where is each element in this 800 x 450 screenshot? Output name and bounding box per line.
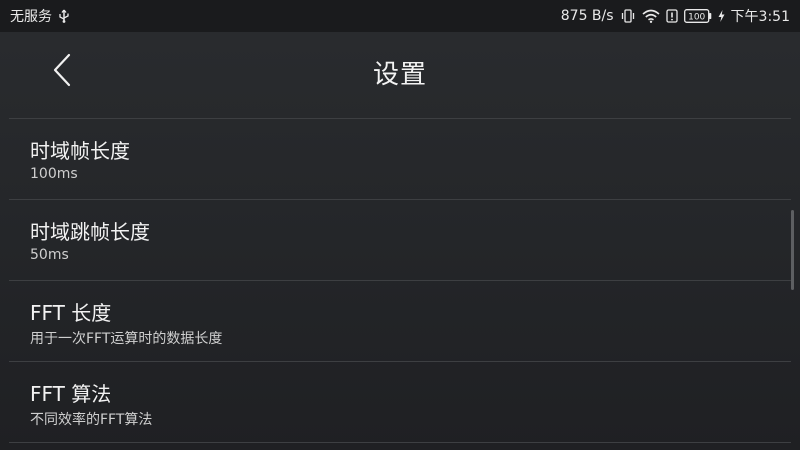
settings-list: 时域帧长度 100ms 时域跳帧长度 50ms FFT 长度 用于一次FFT运算… <box>0 118 800 443</box>
battery-icon: 100 <box>683 9 712 23</box>
status-bar-right: 875 B/s 100 下午3:51 <box>561 6 790 26</box>
setting-title: FFT 算法 <box>30 382 112 406</box>
carrier-text: 无服务 <box>10 9 52 25</box>
page-title: 设置 <box>372 60 427 90</box>
setting-value: 100ms <box>30 166 78 182</box>
wifi-icon <box>642 9 660 23</box>
status-bar-left: 无服务 <box>10 6 70 26</box>
setting-description: 用于一次FFT运算时的数据长度 <box>30 331 223 347</box>
setting-title: FFT 长度 <box>30 301 112 325</box>
setting-title: 时域帧长度 <box>30 139 130 163</box>
charge-icon <box>718 10 725 22</box>
list-divider <box>9 442 791 443</box>
scrollbar[interactable] <box>791 210 794 290</box>
setting-fft-algorithm[interactable]: FFT 算法 不同效率的FFT算法 <box>0 362 800 442</box>
app-header: 设置 <box>0 32 800 118</box>
setting-description: 不同效率的FFT算法 <box>30 412 153 428</box>
setting-fft-length[interactable]: FFT 长度 用于一次FFT运算时的数据长度 <box>0 281 800 361</box>
usb-icon <box>58 9 70 23</box>
clock-text: 下午3:51 <box>730 9 790 25</box>
battery-level-text: 100 <box>688 12 705 22</box>
settings-screen: 无服务 875 B/s 100 下午3:51 设置 时域帧长度 100ms 时域… <box>0 0 800 450</box>
network-speed-text: 875 B/s <box>560 8 614 24</box>
setting-title: 时域跳帧长度 <box>30 220 150 244</box>
alert-icon <box>665 9 678 23</box>
setting-value: 50ms <box>30 247 69 263</box>
vibrate-icon <box>620 9 636 23</box>
setting-time-hop-length[interactable]: 时域跳帧长度 50ms <box>0 200 800 280</box>
status-bar: 无服务 875 B/s 100 下午3:51 <box>0 0 800 32</box>
setting-time-frame-length[interactable]: 时域帧长度 100ms <box>0 119 800 199</box>
